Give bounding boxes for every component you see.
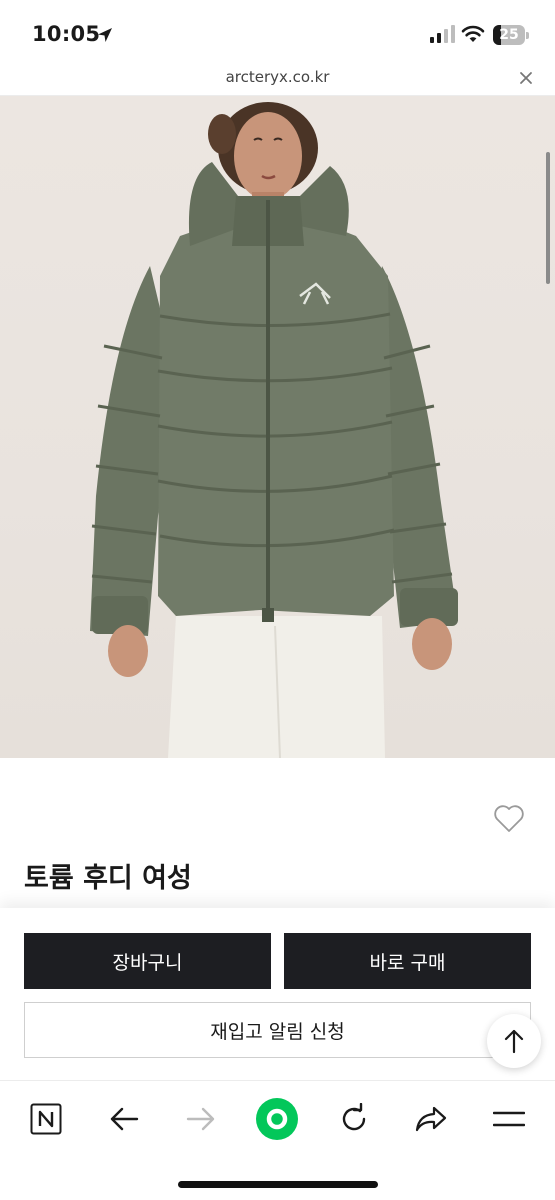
scroll-indicator bbox=[546, 152, 550, 284]
jacket-illustration bbox=[90, 102, 458, 758]
green-dot-icon[interactable] bbox=[253, 1098, 301, 1140]
arrow-up-icon bbox=[504, 1029, 524, 1054]
naver-n-icon[interactable] bbox=[22, 1099, 70, 1139]
back-arrow-icon[interactable] bbox=[100, 1099, 148, 1139]
menu-icon[interactable] bbox=[485, 1099, 533, 1139]
status-time: 10:05 bbox=[32, 22, 101, 46]
heart-outline-icon[interactable] bbox=[493, 804, 525, 834]
wifi-icon bbox=[461, 25, 485, 42]
battery-icon: 25 bbox=[493, 25, 529, 45]
share-icon[interactable] bbox=[407, 1099, 455, 1139]
address-bar[interactable]: arcteryx.co.kr bbox=[0, 64, 555, 96]
close-icon[interactable] bbox=[515, 67, 537, 89]
purchase-actions: 장바구니 바로 구매 재입고 알림 신청 bbox=[0, 908, 555, 1080]
status-bar: 10:05 25 bbox=[0, 0, 555, 64]
home-indicator[interactable] bbox=[178, 1181, 378, 1188]
buy-now-button[interactable]: 바로 구매 bbox=[284, 933, 531, 989]
url-text[interactable]: arcteryx.co.kr bbox=[0, 68, 555, 86]
location-arrow-icon bbox=[98, 28, 112, 42]
scroll-to-top-button[interactable] bbox=[487, 1014, 541, 1068]
forward-arrow-icon[interactable] bbox=[177, 1099, 225, 1139]
product-photo[interactable] bbox=[0, 96, 555, 758]
cellular-signal-icon bbox=[430, 25, 455, 43]
refresh-icon[interactable] bbox=[330, 1099, 378, 1139]
browser-toolbar bbox=[0, 1080, 555, 1200]
product-title: 토륨 후디 여성 bbox=[24, 863, 192, 894]
battery-level: 25 bbox=[499, 27, 519, 43]
restock-notify-button[interactable]: 재입고 알림 신청 bbox=[24, 1002, 531, 1058]
add-to-cart-button[interactable]: 장바구니 bbox=[24, 933, 271, 989]
